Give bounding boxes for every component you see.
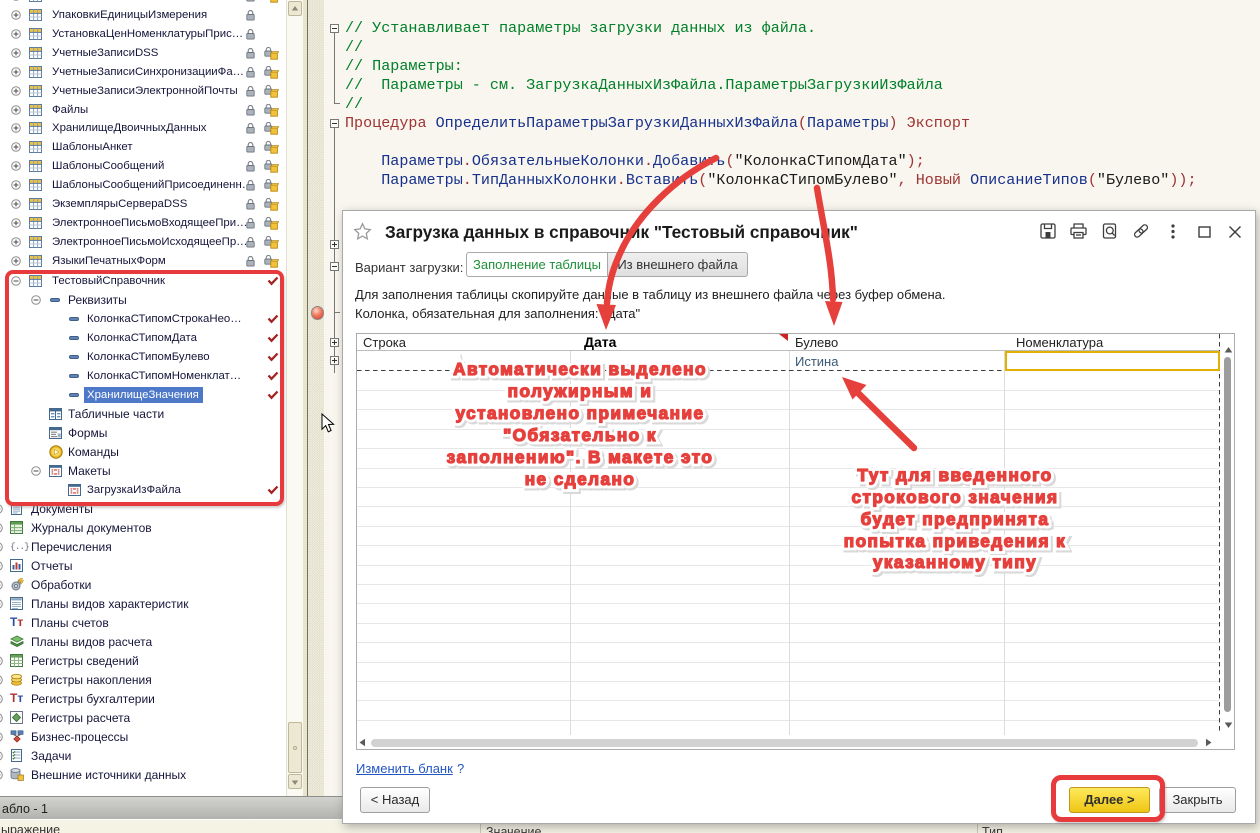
svg-text:Тут для введенного: Тут для введенного (857, 465, 1052, 485)
svg-text:попытка приведения к: попытка приведения к (844, 531, 1066, 551)
svg-text:установлено примечание: установлено примечание (455, 403, 704, 423)
svg-text:будет предпринята: будет предпринята (861, 509, 1050, 529)
svg-text:не сделано: не сделано (525, 469, 636, 489)
svg-text:Автоматически выделено: Автоматически выделено (453, 359, 707, 379)
svg-text:указанному типу: указанному типу (873, 552, 1037, 572)
svg-text:полужирным и: полужирным и (508, 381, 653, 401)
svg-text:заполнению". В макете это: заполнению". В макете это (447, 447, 714, 467)
svg-text:строкового значения: строкового значения (851, 487, 1058, 507)
svg-text:"Обязательно к: "Обязательно к (503, 425, 657, 445)
